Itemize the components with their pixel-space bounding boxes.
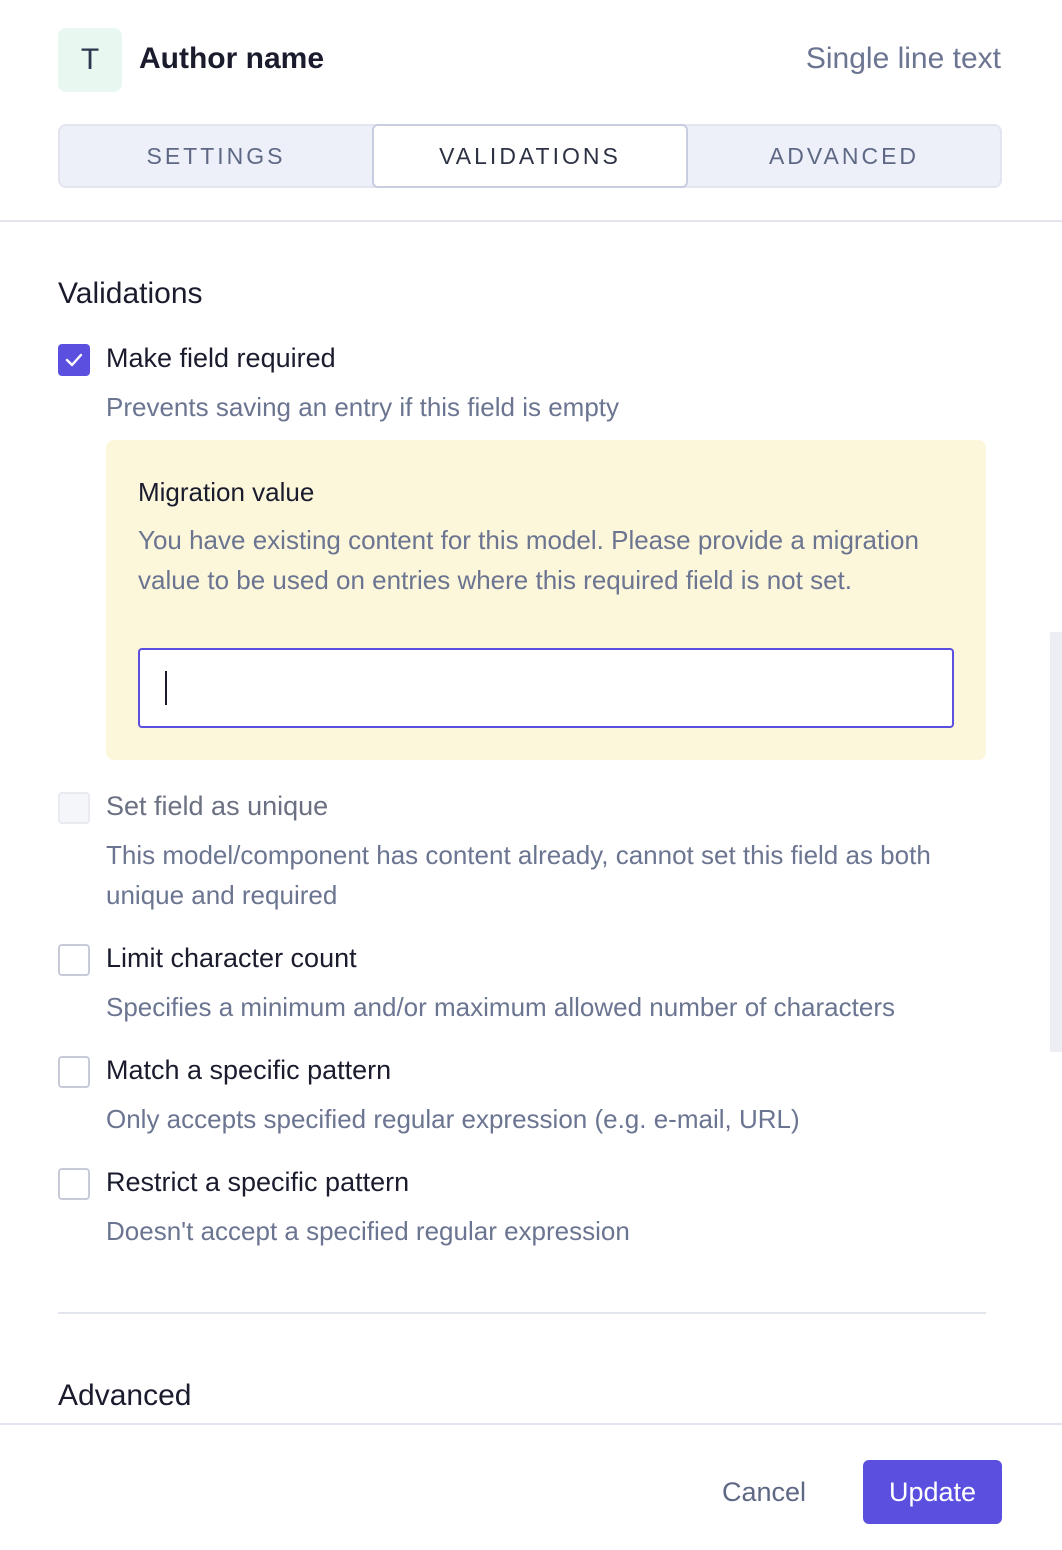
restrict-pattern-checkbox[interactable] bbox=[58, 1168, 90, 1200]
tab-bar: SETTINGS VALIDATIONS ADVANCED bbox=[58, 124, 1002, 188]
unique-checkbox[interactable] bbox=[58, 792, 90, 824]
checkmark-icon bbox=[65, 353, 83, 367]
field-type-label: Single line text bbox=[805, 42, 1001, 75]
cancel-button[interactable]: Cancel bbox=[700, 1460, 828, 1524]
tab-validations[interactable]: VALIDATIONS bbox=[372, 124, 688, 188]
field-header: T Author name Single line text SETTINGS … bbox=[0, 0, 1062, 222]
field-name-title: Author name bbox=[139, 42, 325, 75]
scrollbar[interactable] bbox=[1050, 632, 1062, 1052]
unique-label: Set field as unique bbox=[106, 791, 329, 821]
make-required-checkbox[interactable] bbox=[58, 344, 90, 376]
text-caret bbox=[165, 671, 167, 705]
validations-section-title: Validations bbox=[58, 277, 203, 310]
unique-description: This model/component has content already… bbox=[106, 840, 931, 910]
migration-value-description: You have existing content for this model… bbox=[138, 525, 919, 595]
advanced-section-title: Advanced bbox=[58, 1379, 192, 1412]
limit-character-count-label[interactable]: Limit character count bbox=[106, 943, 357, 974]
migration-value-input[interactable] bbox=[138, 648, 954, 728]
update-button[interactable]: Update bbox=[863, 1460, 1002, 1524]
match-pattern-description: Only accepts specified regular expressio… bbox=[106, 1104, 800, 1134]
tab-settings[interactable]: SETTINGS bbox=[60, 126, 372, 186]
restrict-pattern-description: Doesn't accept a specified regular expre… bbox=[106, 1216, 630, 1246]
limit-character-count-description: Specifies a minimum and/or maximum allow… bbox=[106, 992, 895, 1022]
limit-character-count-checkbox[interactable] bbox=[58, 944, 90, 976]
tab-advanced[interactable]: ADVANCED bbox=[688, 126, 1000, 186]
section-divider bbox=[58, 1312, 986, 1314]
migration-value-panel: Migration value You have existing conten… bbox=[106, 440, 986, 760]
migration-value-title: Migration value bbox=[138, 477, 315, 507]
restrict-pattern-label[interactable]: Restrict a specific pattern bbox=[106, 1167, 409, 1198]
field-type-icon: T bbox=[58, 28, 122, 92]
match-pattern-checkbox[interactable] bbox=[58, 1056, 90, 1088]
dialog-footer: Cancel Update bbox=[0, 1423, 1062, 1550]
match-pattern-label[interactable]: Match a specific pattern bbox=[106, 1055, 391, 1086]
make-required-description: Prevents saving an entry if this field i… bbox=[106, 392, 620, 422]
make-required-label[interactable]: Make field required bbox=[106, 343, 336, 374]
